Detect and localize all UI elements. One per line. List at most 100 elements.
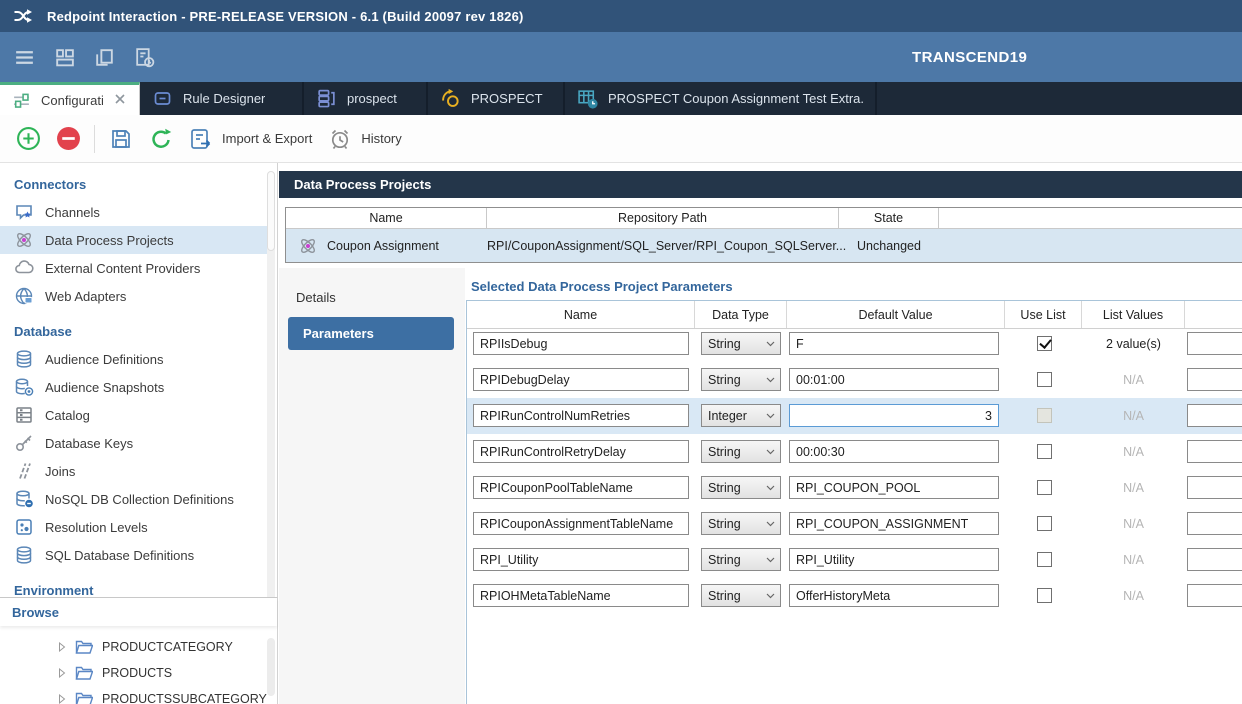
list-values-text: N/A — [1082, 542, 1185, 578]
use-list-checkbox[interactable] — [1037, 336, 1052, 351]
sidebar-item-database-keys[interactable]: Database Keys — [0, 429, 270, 457]
sidebar-item-nosql-db-collection-definitions[interactable]: NoSQL DB Collection Definitions — [0, 485, 270, 513]
project-row[interactable]: Coupon Assignment RPI/CouponAssignment/S… — [286, 229, 1242, 262]
list-values-edit-input[interactable] — [1187, 440, 1242, 463]
data-type-dropdown[interactable]: String — [701, 512, 781, 535]
default-value-input[interactable] — [789, 440, 999, 463]
sidebar-item-joins[interactable]: Joins — [0, 457, 270, 485]
subtab-details[interactable]: Details — [296, 290, 336, 305]
caret-right-icon[interactable] — [58, 694, 66, 704]
sliders-icon — [12, 91, 31, 110]
parameter-name-input[interactable] — [473, 332, 689, 355]
chevron-down-icon — [766, 449, 775, 455]
layout-button[interactable] — [44, 37, 84, 77]
use-list-checkbox[interactable] — [1037, 516, 1052, 531]
sidebar-item-label: Resolution Levels — [45, 520, 148, 535]
default-value-input[interactable] — [789, 332, 999, 355]
list-values-edit-input[interactable] — [1187, 476, 1242, 499]
new-window-button[interactable] — [84, 37, 124, 77]
tree-item-productssubcategory[interactable]: PRODUCTSSUBCATEGORY — [0, 686, 277, 704]
cloud-icon — [14, 258, 34, 278]
parameter-name-input[interactable] — [473, 548, 689, 571]
sidebar-item-label: Data Process Projects — [45, 233, 174, 248]
default-value-input[interactable] — [789, 548, 999, 571]
data-type-dropdown[interactable]: String — [701, 584, 781, 607]
sidebar-item-audience-definitions[interactable]: Audience Definitions — [0, 345, 270, 373]
list-values-edit-input[interactable] — [1187, 404, 1242, 427]
param-column-header-use-list[interactable]: Use List — [1005, 301, 1082, 328]
refresh-button[interactable] — [141, 119, 181, 159]
data-type-dropdown[interactable]: String — [701, 476, 781, 499]
add-button[interactable] — [8, 119, 48, 159]
default-value-input[interactable] — [789, 476, 999, 499]
sidebar-item-channels[interactable]: Channels — [0, 198, 270, 226]
param-column-header-data-type[interactable]: Data Type — [695, 301, 787, 328]
tab-prospect[interactable]: prospect — [304, 82, 428, 115]
param-column-header-actions[interactable] — [1185, 301, 1242, 328]
column-header-repository-path[interactable]: Repository Path — [487, 208, 839, 228]
tab-rule-designer[interactable]: Rule Designer — [140, 82, 304, 115]
history-button[interactable]: History — [320, 119, 409, 159]
data-type-dropdown[interactable]: String — [701, 368, 781, 391]
channel-icon — [14, 202, 34, 222]
use-list-checkbox[interactable] — [1037, 588, 1052, 603]
data-type-dropdown[interactable]: String — [701, 548, 781, 571]
default-value-input[interactable] — [789, 368, 999, 391]
save-button[interactable] — [101, 119, 141, 159]
parameter-name-input[interactable] — [473, 584, 689, 607]
sidebar-scrollbar — [267, 171, 275, 601]
parameter-name-input[interactable] — [473, 404, 689, 427]
list-values-edit-input[interactable] — [1187, 548, 1242, 571]
sidebar-item-sql-database-definitions[interactable]: SQL Database Definitions — [0, 541, 270, 569]
import-export-button[interactable]: Import & Export — [181, 119, 320, 159]
sidebar-item-web-adapters[interactable]: Web Adapters — [0, 282, 270, 310]
tree-item-products[interactable]: PRODUCTS — [0, 660, 277, 686]
param-column-header-list-values[interactable]: List Values — [1082, 301, 1185, 328]
tab-prospect[interactable]: PROSPECT — [428, 82, 565, 115]
default-value-input[interactable] — [789, 512, 999, 535]
menu-button[interactable] — [4, 37, 44, 77]
sidebar-item-external-content-providers[interactable]: External Content Providers — [0, 254, 270, 282]
sidebar-scrollbar-handle[interactable] — [267, 171, 275, 251]
data-type-dropdown[interactable]: String — [701, 332, 781, 355]
use-list-checkbox[interactable] — [1037, 408, 1052, 423]
doc-history-button[interactable] — [124, 37, 164, 77]
caret-right-icon[interactable] — [58, 642, 66, 652]
subtab-parameters[interactable]: Parameters — [288, 317, 454, 350]
tab-configuration[interactable]: Configuration — [0, 82, 140, 115]
param-column-header-name[interactable]: Name — [467, 301, 695, 328]
use-list-checkbox[interactable] — [1037, 372, 1052, 387]
list-values-edit-input[interactable] — [1187, 368, 1242, 391]
sidebar-section-connectors: Connectors — [14, 177, 277, 192]
tree-item-productcategory[interactable]: PRODUCTCATEGORY — [0, 634, 277, 660]
tab-prospect-coupon-assignment-tes[interactable]: PROSPECT Coupon Assignment Test Extra... — [565, 82, 877, 115]
sidebar-item-audience-snapshots[interactable]: Audience Snapshots — [0, 373, 270, 401]
use-list-checkbox[interactable] — [1037, 480, 1052, 495]
data-type-dropdown[interactable]: Integer — [701, 404, 781, 427]
sidebar-item-data-process-projects[interactable]: Data Process Projects — [0, 226, 270, 254]
sidebar-item-catalog[interactable]: Catalog — [0, 401, 270, 429]
parameter-name-input[interactable] — [473, 440, 689, 463]
parameter-name-input[interactable] — [473, 368, 689, 391]
browse-scrollbar[interactable] — [267, 638, 275, 696]
list-values-edit-input[interactable] — [1187, 332, 1242, 355]
list-values-edit-input[interactable] — [1187, 512, 1242, 535]
default-value-input[interactable] — [789, 404, 999, 427]
use-list-checkbox[interactable] — [1037, 444, 1052, 459]
use-list-checkbox[interactable] — [1037, 552, 1052, 567]
remove-button[interactable] — [48, 119, 88, 159]
close-icon[interactable] — [103, 92, 127, 109]
column-header-state[interactable]: State — [839, 208, 939, 228]
parameter-name-input[interactable] — [473, 476, 689, 499]
column-header-name[interactable]: Name — [286, 208, 487, 228]
list-values-text: 2 value(s) — [1082, 326, 1185, 362]
history-icon — [328, 127, 352, 151]
data-type-dropdown[interactable]: String — [701, 440, 781, 463]
param-column-header-default-value[interactable]: Default Value — [787, 301, 1005, 328]
sidebar-item-resolution-levels[interactable]: Resolution Levels — [0, 513, 270, 541]
list-values-edit-input[interactable] — [1187, 584, 1242, 607]
default-value-input[interactable] — [789, 584, 999, 607]
parameter-name-input[interactable] — [473, 512, 689, 535]
chevron-down-icon — [766, 413, 775, 419]
caret-right-icon[interactable] — [58, 668, 66, 678]
